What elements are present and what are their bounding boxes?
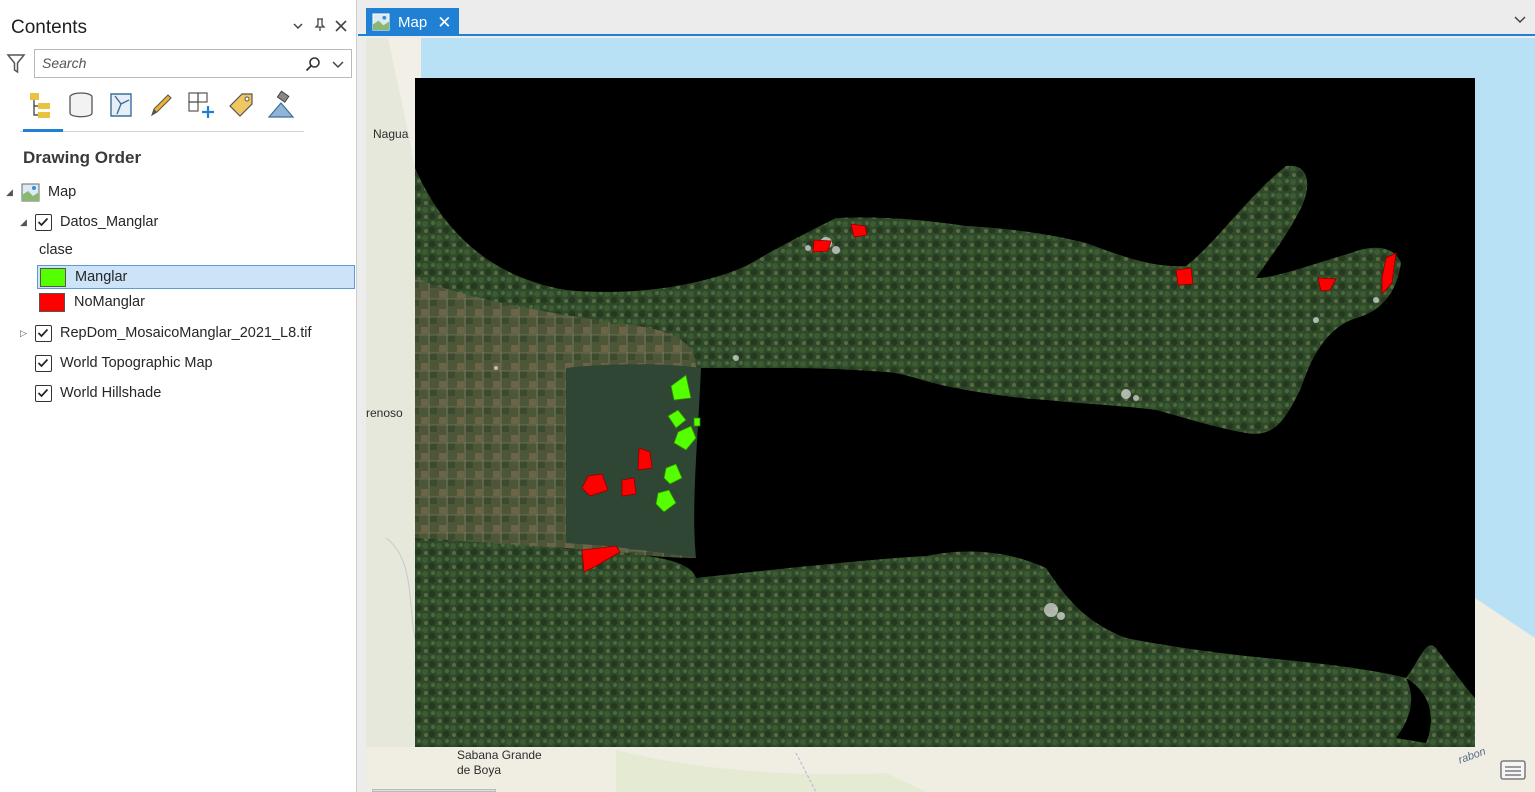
- nomanglar-polygon[interactable]: [1175, 267, 1194, 286]
- layer-visibility-checkbox[interactable]: [35, 324, 52, 342]
- chevron-down-icon[interactable]: [1513, 12, 1527, 26]
- legend-label: Manglar: [75, 269, 128, 285]
- list-by-data-source-icon[interactable]: [66, 90, 98, 122]
- pane-options-dropdown-icon[interactable]: [289, 18, 307, 36]
- expand-triangle-icon[interactable]: ▷: [20, 328, 30, 339]
- pane-title: Contents: [11, 17, 88, 38]
- place-label-arenoso: renoso: [366, 406, 403, 420]
- list-by-labeling-icon[interactable]: [226, 90, 258, 122]
- view-tab-bar: Map ✕: [358, 0, 1535, 36]
- list-by-editing-icon[interactable]: [146, 90, 178, 122]
- legend-item-nomanglar[interactable]: NoManglar: [37, 289, 145, 315]
- place-label-nagua: Nagua: [373, 127, 409, 141]
- search-input[interactable]: [42, 55, 292, 71]
- layer-visibility-checkbox[interactable]: [35, 384, 52, 402]
- nomanglar-polygon[interactable]: [850, 223, 868, 238]
- nomanglar-polygon[interactable]: [812, 239, 832, 253]
- symbology-field-heading: clase: [39, 242, 73, 258]
- filter-icon[interactable]: [6, 53, 26, 75]
- map-table-icon[interactable]: [1499, 758, 1527, 782]
- chevron-down-icon[interactable]: [331, 57, 345, 71]
- map-icon: [372, 13, 390, 31]
- auto-hide-pin-icon[interactable]: [311, 18, 329, 36]
- nomanglar-polygon[interactable]: [621, 477, 637, 497]
- layer-name: RepDom_MosaicoManglar_2021_L8.tif: [60, 325, 312, 341]
- tree-item-datos-manglar[interactable]: ◢ Datos_Manglar: [20, 209, 158, 235]
- layer-visibility-checkbox[interactable]: [35, 354, 52, 372]
- search-box[interactable]: [34, 49, 352, 78]
- collapse-triangle-icon[interactable]: ◢: [6, 187, 16, 198]
- active-view-indicator: [23, 129, 63, 132]
- layer-name: Datos_Manglar: [60, 214, 159, 230]
- search-icon[interactable]: [305, 56, 321, 72]
- map-canvas[interactable]: Nagua renoso Sabana Grande de Boya rabon: [366, 38, 1535, 792]
- list-by-selection-icon[interactable]: [106, 90, 138, 122]
- map-icon: [21, 183, 40, 201]
- close-pane-icon[interactable]: [332, 18, 350, 36]
- layer-name: World Topographic Map: [60, 355, 213, 371]
- legend-swatch[interactable]: [39, 292, 65, 312]
- legend-swatch[interactable]: [40, 267, 66, 287]
- manglar-polygon[interactable]: [693, 417, 701, 427]
- contents-pane: Contents Search Drawing Order ◢ Map ◢ Da…: [0, 0, 357, 792]
- tab-map[interactable]: Map ✕: [366, 8, 459, 36]
- tree-item-map[interactable]: ◢ Map: [6, 179, 76, 205]
- tab-label: Map: [398, 13, 428, 31]
- map-rendering[interactable]: [366, 38, 1535, 792]
- basemap-land-east: [1475, 598, 1535, 747]
- contents-view-toolbar: [20, 88, 304, 132]
- list-by-snapping-icon[interactable]: [186, 90, 218, 122]
- collapse-triangle-icon[interactable]: ◢: [20, 217, 30, 228]
- list-by-drawing-order-icon[interactable]: [26, 90, 58, 122]
- place-label-sabana-grande: Sabana Grande de Boya: [457, 748, 542, 777]
- drawing-order-heading: Drawing Order: [23, 148, 142, 167]
- tree-item-raster-layer[interactable]: ▷ RepDom_MosaicoManglar_2021_L8.tif: [20, 320, 311, 346]
- map-label: Map: [48, 184, 77, 200]
- list-by-perspective-imagery-icon[interactable]: [266, 90, 298, 122]
- tree-item-hillshade-basemap[interactable]: World Hillshade: [20, 380, 161, 406]
- legend-item-manglar[interactable]: Manglar: [37, 265, 355, 289]
- layer-visibility-checkbox[interactable]: [35, 213, 52, 231]
- tree-item-topographic-basemap[interactable]: World Topographic Map: [20, 350, 213, 376]
- layer-name: World Hillshade: [60, 385, 162, 401]
- close-tab-icon[interactable]: ✕: [437, 14, 451, 31]
- legend-label: NoManglar: [74, 294, 145, 310]
